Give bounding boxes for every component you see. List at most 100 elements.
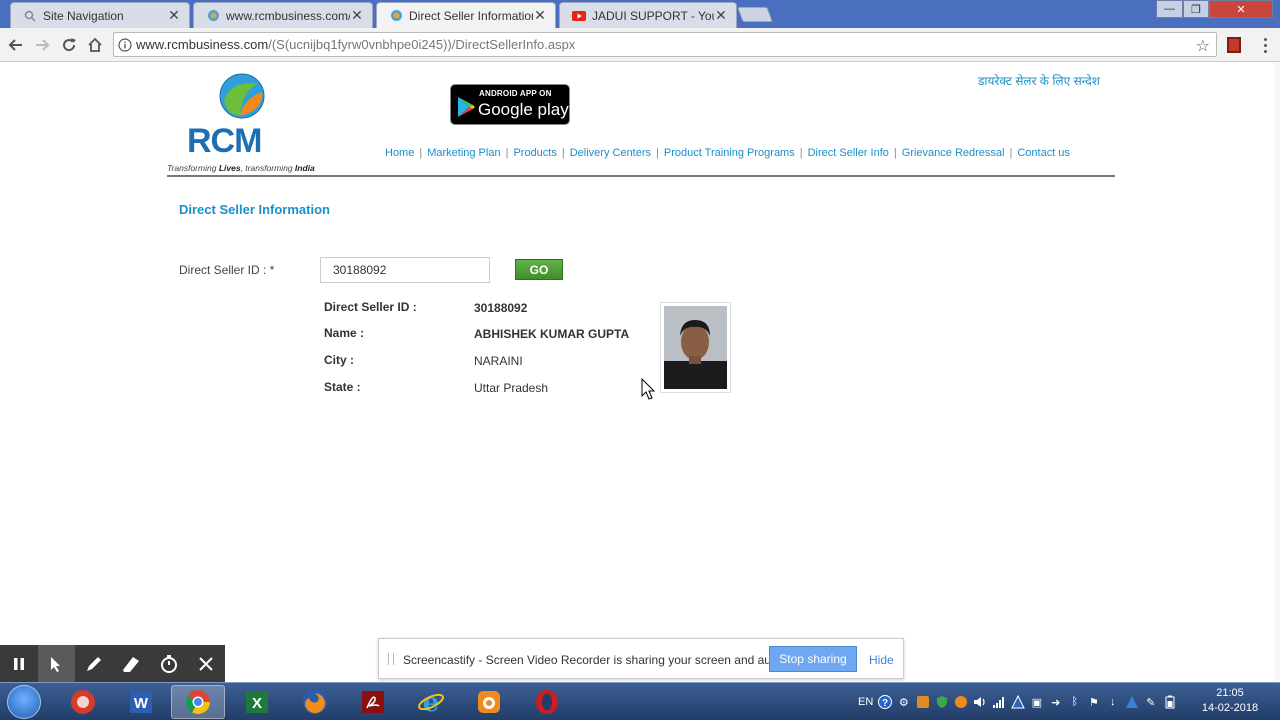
tray-a-icon[interactable]	[1010, 695, 1025, 710]
badge-big-text: Google play	[478, 100, 569, 119]
pointer-icon	[51, 656, 61, 672]
new-tab-button[interactable]	[737, 7, 773, 22]
rcm-favicon-icon	[389, 9, 403, 23]
nav-delivery-centers[interactable]: Delivery Centers	[570, 147, 651, 159]
main-navigation: Home | Marketing Plan | Products | Delivery…	[385, 147, 1070, 159]
tab-rcmbusiness[interactable]: www.rcmbusiness.com/(S ✕	[193, 2, 373, 28]
tagline-lives: Lives	[218, 163, 241, 173]
acrobat-icon	[362, 691, 384, 713]
bookmark-star-icon[interactable]: ☆	[1196, 36, 1210, 56]
tray-box-icon[interactable]: ▣	[1029, 695, 1044, 710]
detail-name-value: ABHISHEK KUMAR GUPTA	[474, 327, 630, 341]
pen-tool-button[interactable]	[75, 645, 113, 682]
pointer-tool-button[interactable]	[37, 645, 75, 682]
nav-grievance-redressal[interactable]: Grievance Redressal	[902, 147, 1005, 159]
tab-title: www.rcmbusiness.com/(S	[226, 8, 350, 23]
youtube-icon	[572, 9, 586, 23]
badge-small-text: ANDROID APP ON	[479, 89, 552, 98]
taskbar-word[interactable]: W	[114, 685, 168, 719]
home-button[interactable]	[84, 34, 106, 56]
tab-title: Site Navigation	[43, 8, 124, 23]
taskbar-uc-browser[interactable]	[462, 685, 516, 719]
stop-sharing-button[interactable]: Stop sharing	[769, 646, 857, 672]
shield-icon[interactable]	[934, 695, 949, 710]
svg-text:X: X	[252, 695, 262, 712]
language-indicator[interactable]: EN	[858, 696, 873, 708]
tray-arrow-icon[interactable]: ➜	[1048, 695, 1063, 710]
svg-text:W: W	[134, 695, 149, 712]
nav-separator: |	[893, 147, 897, 159]
recorder-toolbar	[0, 645, 225, 682]
help-icon[interactable]: ?	[877, 695, 892, 710]
nav-products[interactable]: Products	[513, 147, 556, 159]
detail-city-label: City :	[324, 353, 354, 367]
nav-product-training[interactable]: Product Training Programs	[664, 147, 795, 159]
taskbar-app-1[interactable]	[56, 685, 110, 719]
hide-link[interactable]: Hide	[869, 653, 894, 667]
detail-id-value: 30188092	[474, 301, 528, 315]
tray-orange-icon[interactable]	[953, 695, 968, 710]
window-close-button[interactable]: ✕	[1209, 0, 1273, 18]
page-title: Direct Seller Information	[179, 202, 330, 217]
taskbar-acrobat[interactable]	[346, 685, 400, 719]
taskbar-ie[interactable]: e	[404, 685, 458, 719]
close-recorder-button[interactable]	[188, 645, 226, 682]
minimize-button[interactable]: —	[1156, 0, 1183, 18]
info-icon[interactable]	[114, 35, 136, 55]
network-signal-icon[interactable]	[991, 695, 1006, 710]
tab-youtube[interactable]: JADUI SUPPORT - YouTu ✕	[559, 2, 737, 28]
nav-marketing-plan[interactable]: Marketing Plan	[427, 147, 500, 159]
seller-photo	[660, 302, 731, 393]
taskbar-clock[interactable]: 21:05 14-02-2018	[1195, 686, 1265, 716]
tray-app-icon[interactable]	[915, 695, 930, 710]
drag-handle[interactable]	[388, 653, 394, 665]
detail-name-label: Name :	[324, 326, 365, 340]
tray-edit-icon[interactable]: ✎	[1143, 695, 1158, 710]
close-icon[interactable]: ✕	[167, 7, 181, 24]
close-icon[interactable]: ✕	[714, 7, 728, 24]
back-button[interactable]	[5, 34, 27, 56]
google-play-badge[interactable]: ANDROID APP ON Google play	[450, 84, 570, 125]
timer-icon	[160, 654, 177, 673]
bluetooth-icon[interactable]: ᛒ	[1067, 695, 1082, 710]
extension-icon[interactable]	[1227, 37, 1241, 53]
flag-icon[interactable]: ⚑	[1086, 695, 1101, 710]
forward-button[interactable]	[31, 34, 53, 56]
volume-icon[interactable]	[972, 695, 987, 710]
taskbar-firefox[interactable]	[288, 685, 342, 719]
browser-tabstrip: Site Navigation ✕ www.rcmbusiness.com/(S…	[0, 0, 1280, 28]
battery-icon[interactable]	[1162, 695, 1177, 710]
pause-button[interactable]	[0, 645, 38, 682]
home-icon	[88, 37, 102, 52]
seller-id-label: Direct Seller ID : *	[179, 263, 275, 277]
tab-direct-seller-info[interactable]: Direct Seller Information ✕	[376, 2, 556, 28]
hindi-message-link[interactable]: डायरेक्ट सेलर के लिए सन्देश	[978, 72, 1100, 89]
svg-text:?: ?	[882, 698, 888, 709]
go-button[interactable]: GO	[515, 259, 563, 280]
tray-lang-a-icon[interactable]	[1124, 695, 1139, 710]
nav-direct-seller-info[interactable]: Direct Seller Info	[808, 147, 889, 159]
taskbar-excel[interactable]: X	[230, 685, 284, 719]
eraser-tool-button[interactable]	[113, 645, 151, 682]
taskbar-opera[interactable]	[520, 685, 574, 719]
nav-home[interactable]: Home	[385, 147, 414, 159]
logo-tagline: Transforming Lives, transforming India	[167, 163, 315, 173]
tab-site-navigation[interactable]: Site Navigation ✕	[10, 2, 190, 28]
browser-menu-icon[interactable]	[1258, 34, 1272, 56]
maximize-button[interactable]: ❐	[1183, 0, 1209, 18]
scrollbar[interactable]	[1274, 62, 1280, 682]
reload-button[interactable]	[58, 34, 80, 56]
timer-button[interactable]	[150, 645, 188, 682]
address-bar[interactable]: www.rcmbusiness.com/(S(ucnijbq1fyrw0vnbh…	[113, 32, 1217, 57]
eraser-icon	[123, 656, 140, 672]
rcm-logo[interactable]: RCM Transforming Lives, transforming Ind…	[167, 70, 317, 175]
nav-contact-us[interactable]: Contact us	[1017, 147, 1070, 159]
start-button[interactable]	[7, 685, 41, 719]
taskbar-chrome[interactable]	[171, 685, 225, 719]
seller-id-input[interactable]	[320, 257, 490, 283]
close-icon[interactable]: ✕	[533, 7, 547, 24]
opera-icon	[536, 690, 558, 714]
download-icon[interactable]: ↓	[1105, 695, 1120, 710]
tray-settings-icon[interactable]: ⚙	[896, 695, 911, 710]
close-icon[interactable]: ✕	[350, 7, 364, 24]
